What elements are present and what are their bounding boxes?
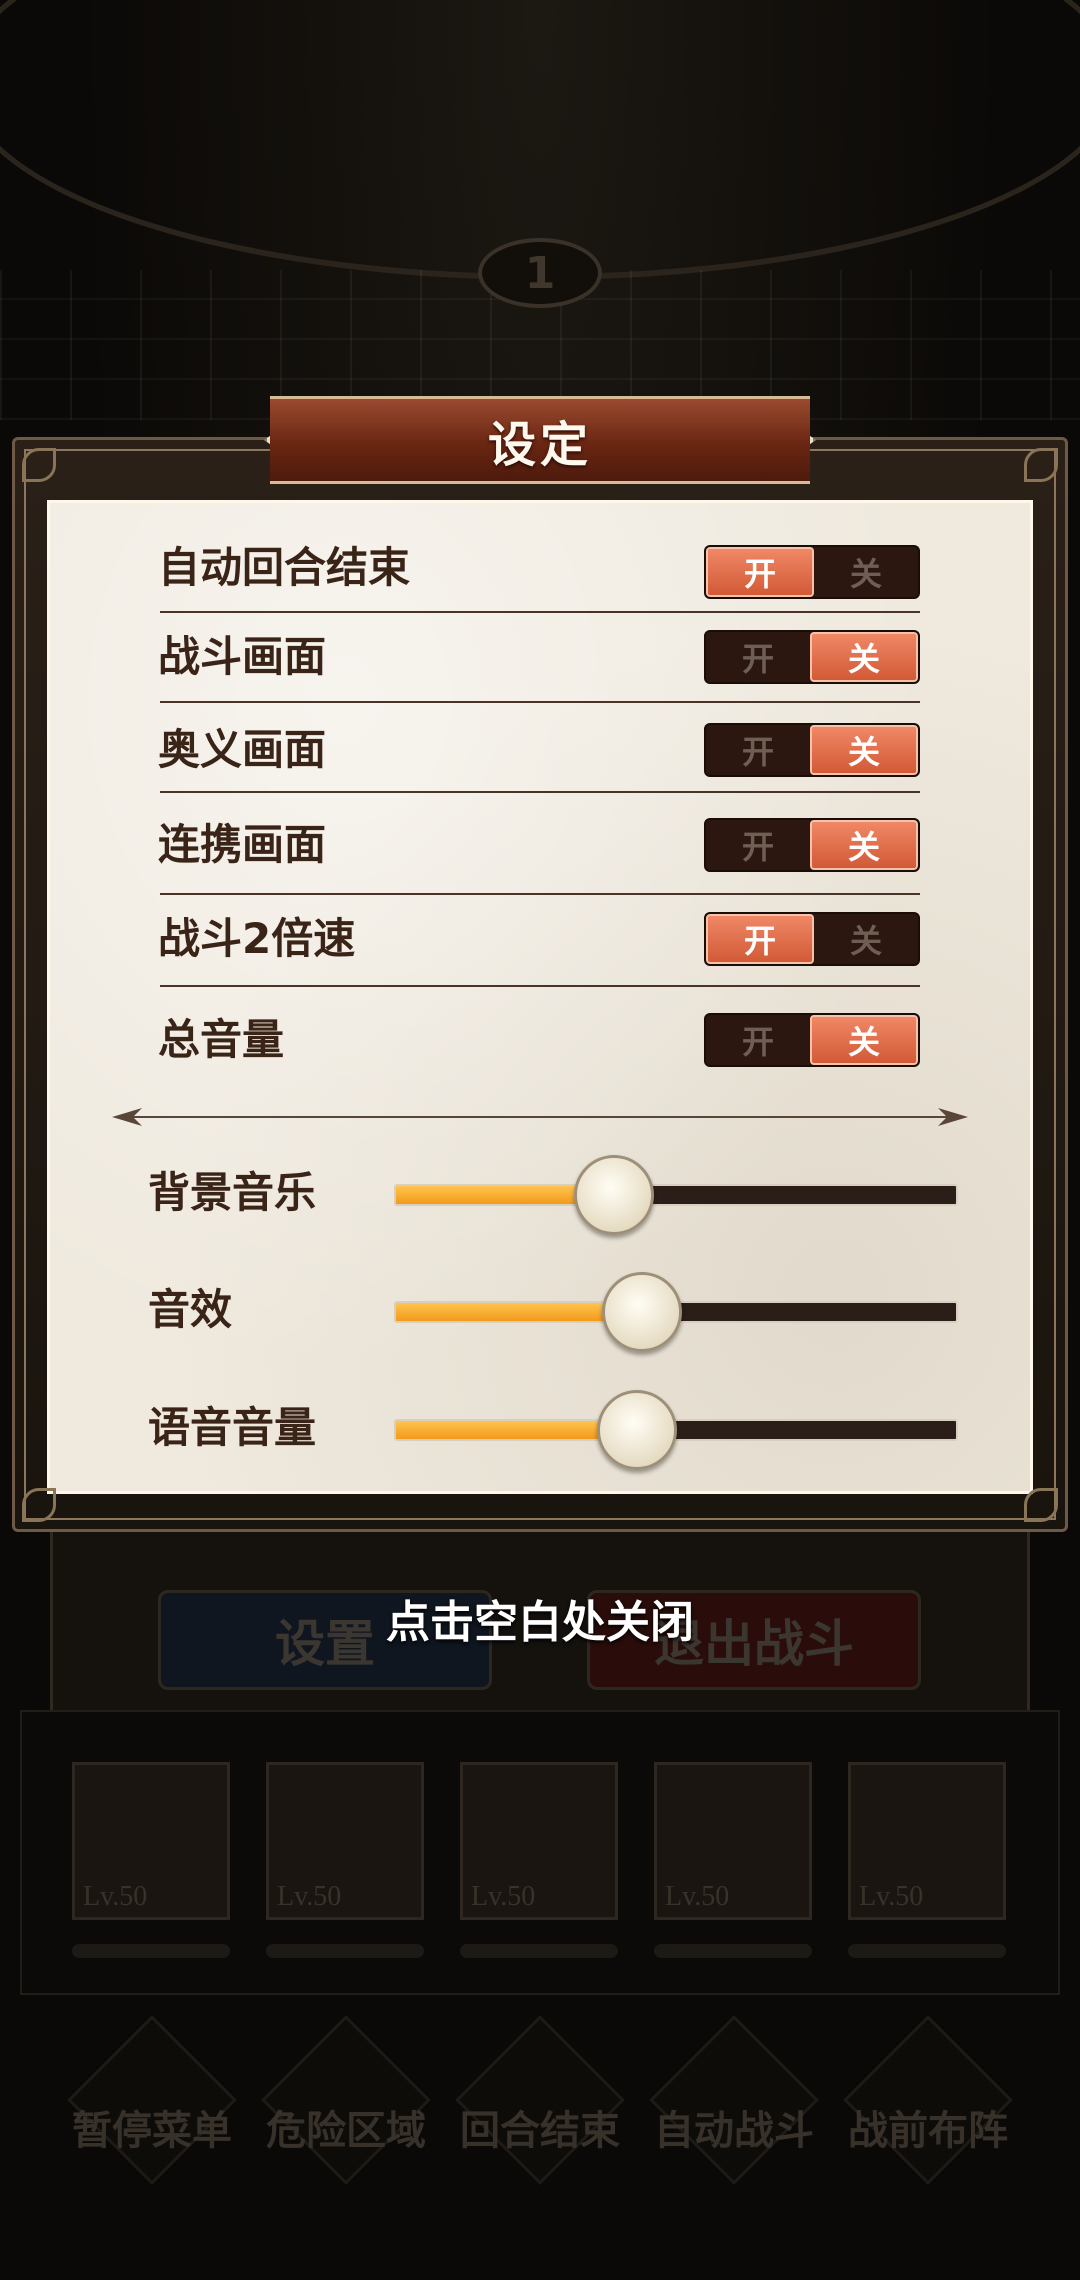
corner-ornament — [1024, 448, 1058, 482]
row-divider — [160, 893, 920, 895]
ultimate-scene-toggle[interactable]: 开 关 — [704, 723, 920, 777]
master-volume-toggle[interactable]: 开 关 — [704, 1013, 920, 1067]
double-speed-toggle[interactable]: 开 关 — [704, 912, 920, 966]
toggle-off-option[interactable]: 关 — [810, 632, 918, 682]
row-divider — [160, 701, 920, 703]
toggle-off-option[interactable]: 关 — [810, 820, 918, 870]
menu-end-turn[interactable]: 回合结束 — [445, 2098, 635, 2156]
corner-ornament — [22, 448, 56, 482]
toggle-off-option[interactable]: 关 — [814, 547, 918, 597]
voice-volume-label: 语音音量 — [148, 1403, 317, 1452]
ultimate-scene-label: 奥义画面 — [158, 725, 327, 774]
chain-scene-label: 连携画面 — [158, 820, 327, 869]
voice-volume-slider-knob[interactable] — [596, 1390, 677, 1470]
team-member-card[interactable]: Lv.50 — [848, 1762, 1006, 1920]
bgm-slider-knob[interactable] — [573, 1155, 654, 1235]
team-member-card[interactable]: Lv.50 — [654, 1762, 812, 1920]
sfx-label: 音效 — [148, 1285, 233, 1334]
master-volume-label: 总音量 — [158, 1015, 285, 1064]
toggle-on-option[interactable]: 开 — [706, 914, 814, 964]
level-label: Lv.50 — [83, 1881, 148, 1912]
level-label: Lv.50 — [665, 1881, 730, 1912]
team-member-card[interactable]: Lv.50 — [266, 1762, 424, 1920]
bgm-slider[interactable] — [394, 1184, 958, 1206]
bgm-label: 背景音乐 — [148, 1168, 317, 1217]
hp-bar — [460, 1944, 618, 1958]
ornament-divider — [120, 1116, 960, 1118]
toggle-on-option[interactable]: 开 — [706, 820, 810, 870]
menu-formation[interactable]: 战前布阵 — [833, 2098, 1023, 2156]
menu-pause[interactable]: 暂停菜单 — [57, 2098, 247, 2156]
level-label: Lv.50 — [859, 1881, 924, 1912]
team-member-card[interactable]: Lv.50 — [72, 1762, 230, 1920]
row-divider — [160, 985, 920, 987]
battle-scene-label: 战斗画面 — [158, 632, 327, 681]
sfx-slider-knob[interactable] — [602, 1272, 683, 1352]
toggle-off-option[interactable]: 关 — [810, 1015, 918, 1065]
battle-scene-toggle[interactable]: 开 关 — [704, 630, 920, 684]
hp-bar — [72, 1944, 230, 1958]
level-label: Lv.50 — [471, 1881, 536, 1912]
auto-end-turn-toggle[interactable]: 开 关 — [704, 545, 920, 599]
double-speed-label: 战斗2倍速 — [158, 914, 356, 963]
chain-scene-toggle[interactable]: 开 关 — [704, 818, 920, 872]
menu-danger-zone[interactable]: 危险区域 — [251, 2098, 441, 2156]
toggle-on-option[interactable]: 开 — [706, 1015, 810, 1065]
hp-bar — [266, 1944, 424, 1958]
menu-auto-battle[interactable]: 自动战斗 — [639, 2098, 829, 2156]
corner-ornament — [1024, 1488, 1058, 1522]
auto-end-turn-label: 自动回合结束 — [158, 543, 411, 592]
toggle-off-option[interactable]: 关 — [810, 725, 918, 775]
toggle-on-option[interactable]: 开 — [706, 632, 810, 682]
round-counter: 1 — [478, 238, 602, 308]
tap-to-close-hint: 点击空白处关闭 — [386, 1597, 694, 1648]
hp-bar — [654, 1944, 812, 1958]
toggle-off-option[interactable]: 关 — [814, 914, 918, 964]
toggle-on-option[interactable]: 开 — [706, 725, 810, 775]
hp-bar — [848, 1944, 1006, 1958]
corner-ornament — [22, 1488, 56, 1522]
row-divider — [160, 791, 920, 793]
level-label: Lv.50 — [277, 1881, 342, 1912]
team-member-card[interactable]: Lv.50 — [460, 1762, 618, 1920]
toggle-on-option[interactable]: 开 — [706, 547, 814, 597]
row-divider — [160, 611, 920, 613]
dialog-title: 设定 — [487, 417, 592, 473]
